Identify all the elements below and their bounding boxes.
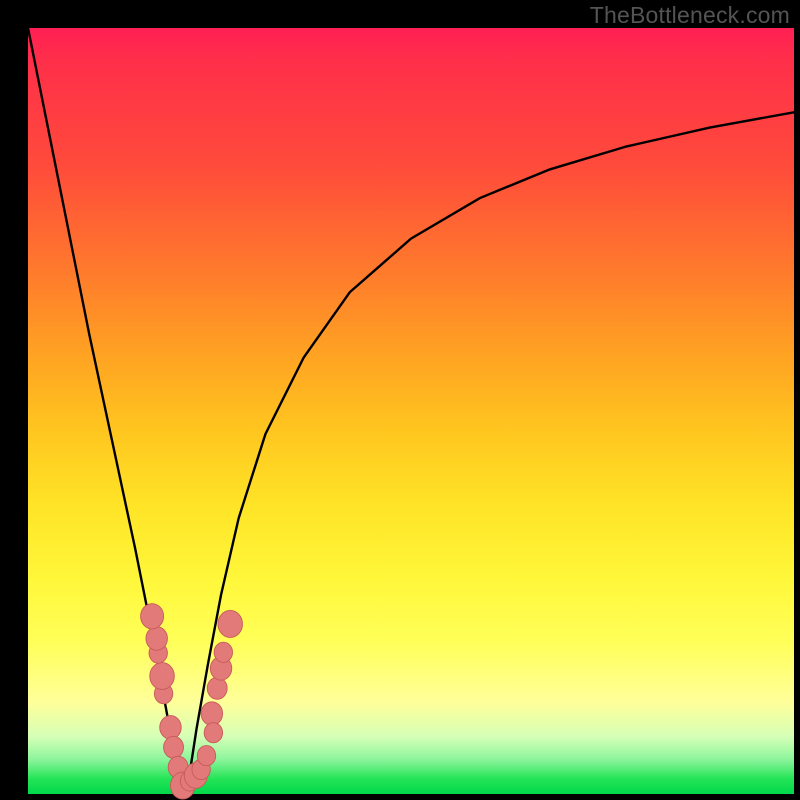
chart-frame: TheBottleneck.com (0, 0, 800, 800)
chart-svg (28, 28, 794, 794)
data-points (141, 604, 243, 799)
watermark-text: TheBottleneck.com (590, 2, 790, 29)
bottleneck-curve (28, 28, 794, 794)
plot-area (28, 28, 794, 794)
